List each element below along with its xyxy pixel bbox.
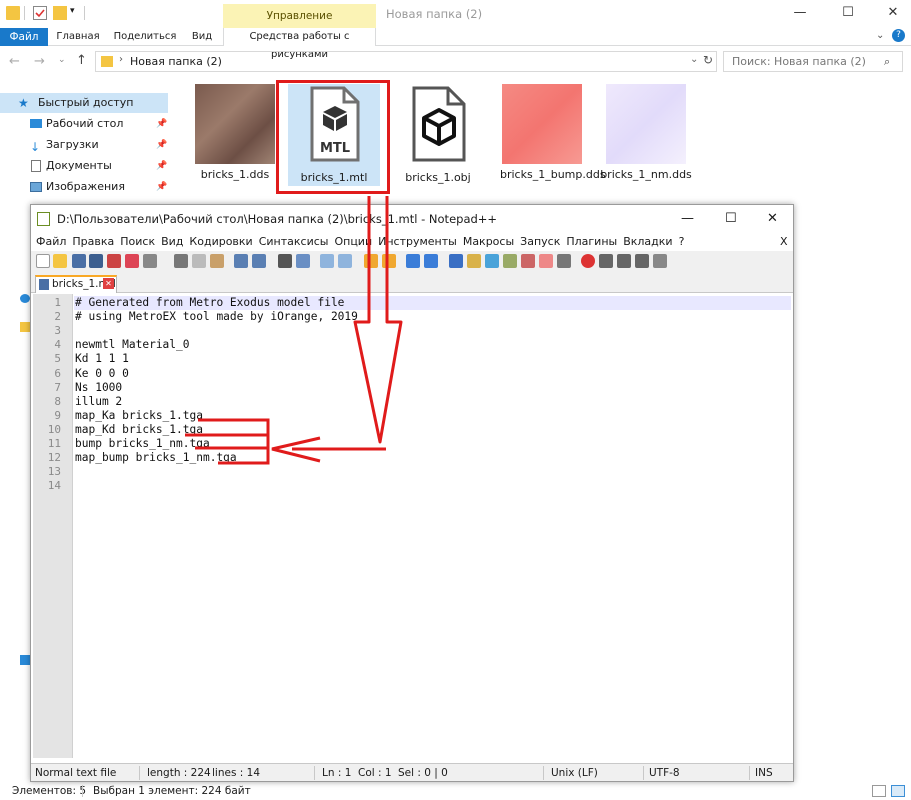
annotation-overlay bbox=[185, 196, 403, 465]
annotation-left-arrow bbox=[271, 436, 386, 463]
annotation-underlines bbox=[185, 418, 270, 465]
annotation-down-arrow bbox=[353, 196, 403, 444]
